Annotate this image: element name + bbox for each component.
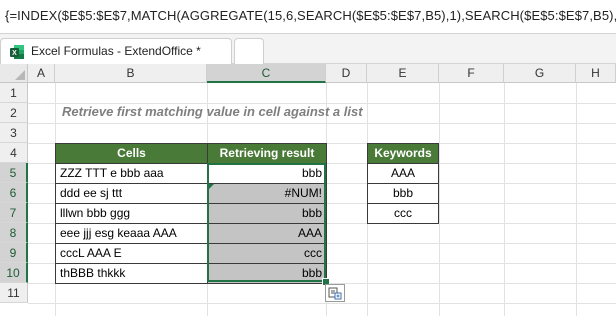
svg-text:X: X (12, 50, 17, 57)
row-header-7[interactable]: 7 (0, 203, 28, 223)
workbook-tab-active[interactable]: X Excel Formulas - ExtendOffice * (0, 38, 232, 64)
gridline (576, 83, 577, 316)
row-header-10[interactable]: 10 (0, 263, 28, 283)
column-header-g[interactable]: G (504, 64, 576, 83)
new-tab-button[interactable] (234, 38, 264, 64)
keyword-cell[interactable]: AAA (367, 163, 439, 184)
gridline (439, 83, 440, 316)
error-indicator-icon[interactable] (208, 184, 214, 190)
formula-text[interactable]: {=INDEX($E$5:$E$7,MATCH(AGGREGATE(15,6,S… (5, 8, 616, 23)
table-cell-text[interactable]: ZZZ TTT e bbb aaa (55, 163, 208, 184)
column-header-b[interactable]: B (55, 64, 207, 83)
workbook-tab-strip: X Excel Formulas - ExtendOffice * (0, 34, 616, 64)
excel-logo-icon: X (10, 45, 24, 59)
workbook-tab-label: Excel Formulas - ExtendOffice * (31, 44, 201, 58)
table-cell-text[interactable]: eee jjj esg keaaa AAA (55, 223, 208, 244)
column-header-h[interactable]: H (576, 64, 616, 83)
column-header-a[interactable]: A (28, 64, 55, 83)
row-header-6[interactable]: 6 (0, 183, 28, 203)
keyword-cell[interactable]: bbb (367, 183, 439, 204)
table-cell-result[interactable]: bbb (207, 203, 327, 224)
paste-options-icon (328, 287, 342, 300)
sheet-subtitle[interactable]: Retrieve first matching value in cell ag… (62, 104, 363, 119)
row-header-5[interactable]: 5 (0, 163, 28, 183)
column-header-f[interactable]: F (439, 64, 504, 83)
table-cell-text[interactable]: cccL AAA E (55, 243, 208, 264)
select-all-corner[interactable] (0, 64, 28, 83)
table-cell-text[interactable]: ddd ee sj ttt (55, 183, 208, 204)
paste-options-button[interactable] (325, 284, 345, 302)
table-cell-result[interactable]: AAA (207, 223, 327, 244)
table-cell-text[interactable]: thBBB thkkk (55, 263, 208, 284)
column-header-c[interactable]: C (207, 64, 326, 83)
gridline (28, 123, 616, 124)
row-header-1[interactable]: 1 (0, 83, 28, 103)
column-header-e[interactable]: E (367, 64, 439, 83)
row-header-3[interactable]: 3 (0, 123, 28, 143)
row-header-11[interactable]: 11 (0, 283, 28, 303)
row-header-8[interactable]: 8 (0, 223, 28, 243)
gridline (504, 83, 505, 316)
row-header-4[interactable]: 4 (0, 143, 28, 163)
keyword-cell[interactable]: ccc (367, 203, 439, 224)
table-header-cells[interactable]: Cells (55, 143, 208, 164)
row-header-9[interactable]: 9 (0, 243, 28, 263)
table-header-result[interactable]: Retrieving result (207, 143, 327, 164)
column-header-d[interactable]: D (326, 64, 367, 83)
table-cell-result[interactable]: bbb (207, 163, 327, 184)
table-cell-result[interactable]: #NUM! (207, 183, 327, 204)
table-cell-result[interactable]: ccc (207, 243, 327, 264)
table-cell-text[interactable]: lllwn bbb ggg (55, 203, 208, 224)
spreadsheet-grid[interactable]: A B C D E F G H 1 2 3 4 5 6 7 8 9 10 11 … (0, 64, 616, 316)
keywords-header[interactable]: Keywords (367, 143, 439, 164)
row-header-2[interactable]: 2 (0, 103, 28, 123)
gridline (28, 303, 616, 304)
formula-bar[interactable]: {=INDEX($E$5:$E$7,MATCH(AGGREGATE(15,6,S… (0, 0, 616, 34)
table-cell-result[interactable]: bbb (207, 263, 327, 284)
